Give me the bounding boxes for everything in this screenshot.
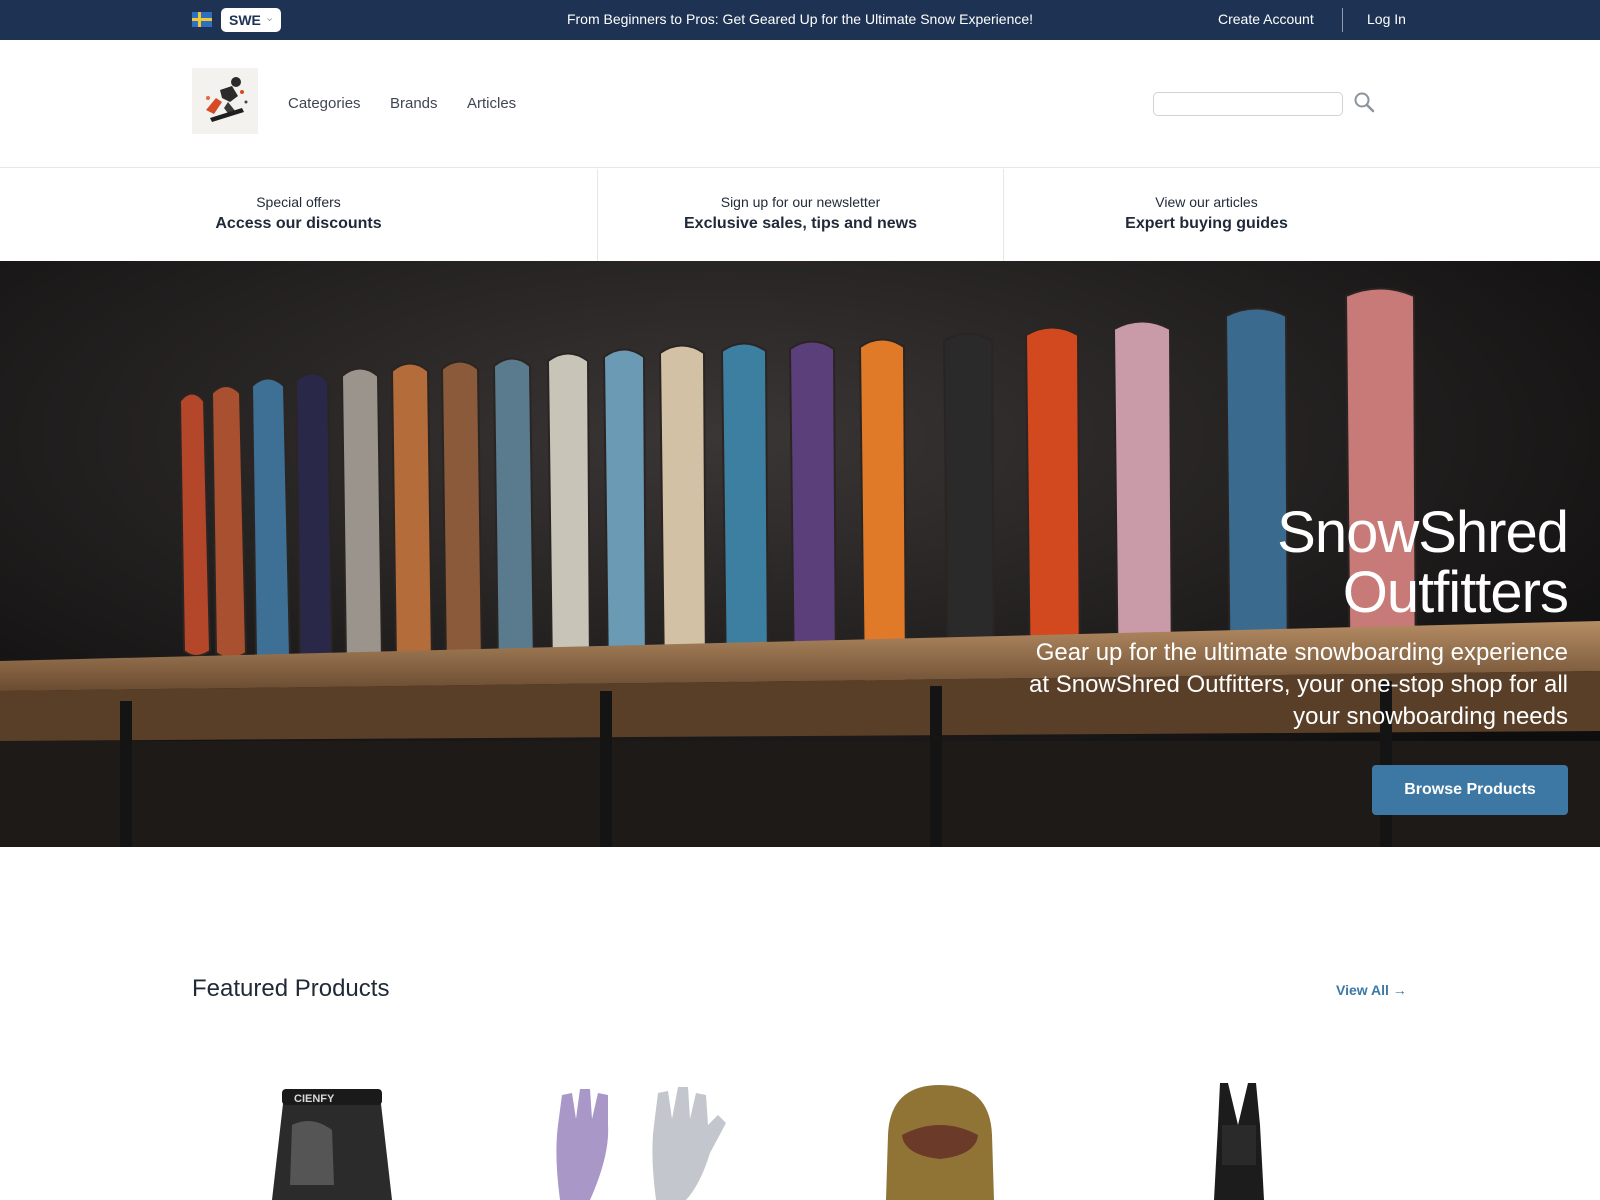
promo-small-text: Special offers	[256, 194, 341, 210]
featured-products-heading: Featured Products	[192, 975, 390, 1002]
svg-text:CIENFY: CIENFY	[294, 1093, 335, 1105]
snowboarder-logo[interactable]	[192, 68, 258, 134]
hero-title: SnowShred Outfitters	[768, 500, 1569, 625]
promo-big-text: Expert buying guides	[1125, 215, 1288, 232]
country-code: SWE	[229, 12, 261, 28]
chevron-down-icon: ⌄	[265, 12, 275, 24]
promo-small-text: Sign up for our newsletter	[720, 194, 881, 210]
promo-newsletter[interactable]: Sign up for our newsletter Exclusive sal…	[597, 169, 1003, 261]
divider	[1342, 8, 1343, 32]
product-bib-pants[interactable]	[1210, 1075, 1410, 1200]
promo-strip: Special offers Access our discounts Sign…	[0, 169, 1600, 261]
announcement-text: From Beginners to Pros: Get Geared Up fo…	[566, 11, 1034, 27]
nav-brands[interactable]: Brands	[390, 95, 438, 112]
hero-title-line2: Outfitters	[1342, 560, 1569, 625]
search-icon[interactable]	[1352, 90, 1378, 116]
product-protective-shorts[interactable]: CIENFY	[252, 1075, 452, 1200]
promo-small-text: View our articles	[1155, 194, 1258, 210]
promo-special-offers[interactable]: Special offers Access our discounts	[0, 169, 597, 261]
announcement-bar: SWE ⌄ From Beginners to Pros: Get Geared…	[0, 0, 1600, 40]
product-gloves[interactable]	[550, 1075, 750, 1200]
view-all-link[interactable]: View All →	[1336, 982, 1407, 998]
sweden-flag-icon	[192, 12, 212, 27]
promo-big-text: Exclusive sales, tips and news	[684, 215, 917, 232]
login-link[interactable]: Log In	[1367, 11, 1406, 27]
create-account-link[interactable]: Create Account	[1218, 11, 1314, 27]
nav-articles[interactable]: Articles	[467, 95, 516, 112]
hero-title-line1: SnowShred	[1277, 500, 1569, 565]
promo-articles[interactable]: View our articles Expert buying guides	[1003, 169, 1409, 261]
country-selector[interactable]: SWE ⌄	[221, 8, 281, 32]
browse-products-button[interactable]: Browse Products	[1372, 765, 1568, 815]
product-balaclava[interactable]	[880, 1075, 1080, 1200]
nav-categories[interactable]: Categories	[288, 95, 361, 112]
hero-banner: SnowShred Outfitters Gear up for the ult…	[0, 261, 1600, 847]
promo-big-text: Access our discounts	[215, 215, 382, 232]
site-header: Categories Brands Articles	[0, 40, 1600, 168]
search-input[interactable]	[1153, 92, 1343, 116]
hero-subtitle: Gear up for the ultimate snowboarding ex…	[1029, 639, 1568, 730]
